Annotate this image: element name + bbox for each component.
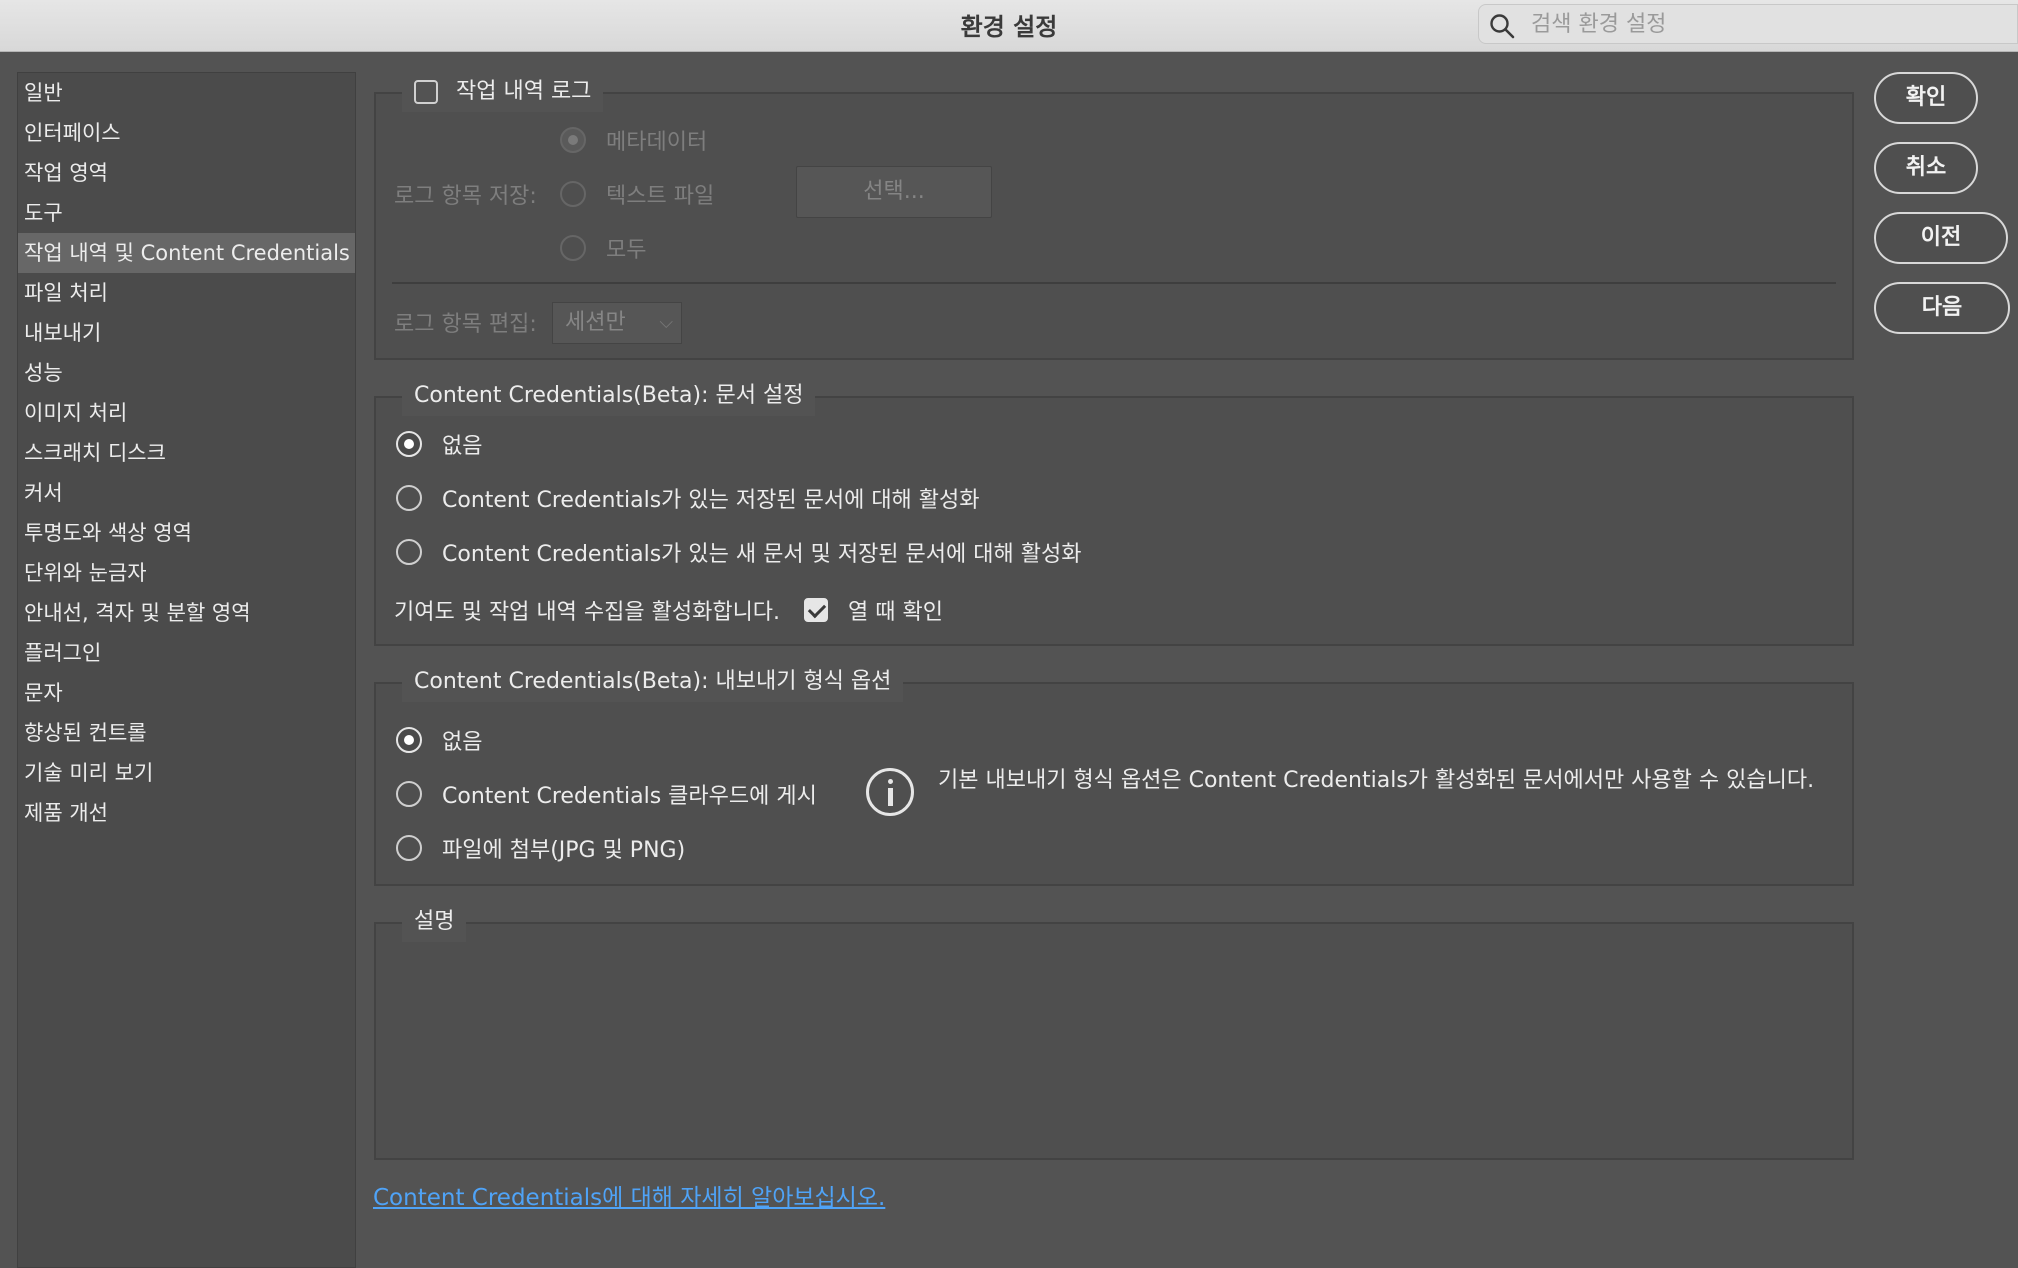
search-input[interactable]	[1529, 9, 1999, 39]
doc-option-saved-label: Content Credentials가 있는 저장된 문서에 대해 활성화	[442, 488, 980, 513]
export-option-publish-cloud[interactable]: Content Credentials 클라우드에 게시	[396, 778, 817, 810]
choose-file-button[interactable]: 선택...	[796, 166, 992, 218]
cancel-button[interactable]: 취소	[1874, 142, 1978, 194]
history-log-legend: 작업 내역 로그	[402, 72, 604, 112]
export-options-title: Content Credentials(Beta): 내보내기 형식 옵션	[414, 669, 892, 694]
sidebar-item-general[interactable]: 일반	[18, 73, 355, 113]
export-option-attach-file[interactable]: 파일에 첨부(JPG 및 PNG)	[396, 832, 685, 864]
sidebar-item-file-handling[interactable]: 파일 처리	[18, 273, 355, 313]
log-option-both[interactable]: 모두	[560, 232, 646, 264]
sidebar-item-guides-grid-slices[interactable]: 안내선, 격자 및 분할 영역	[18, 593, 355, 633]
export-option-publish-cloud-label: Content Credentials 클라우드에 게시	[442, 784, 817, 809]
sidebar-item-performance[interactable]: 성능	[18, 353, 355, 393]
doc-option-none[interactable]: 없음	[396, 428, 482, 460]
chevron-down-icon: ⌵	[659, 312, 673, 333]
description-group: 설명	[374, 902, 1854, 1160]
divider	[392, 282, 1836, 284]
sidebar-item-plugins[interactable]: 플러그인	[18, 633, 355, 673]
save-log-label: 로그 항목 저장:	[394, 184, 537, 209]
doc-option-saved[interactable]: Content Credentials가 있는 저장된 문서에 대해 활성화	[396, 482, 980, 514]
log-option-both-label: 모두	[606, 238, 647, 263]
export-option-none-label: 없음	[442, 730, 483, 755]
edit-log-select[interactable]: 세션만 ⌵	[552, 302, 682, 344]
edit-log-label-row: 로그 항목 편집:	[394, 306, 537, 338]
sidebar-item-technology-previews[interactable]: 기술 미리 보기	[18, 753, 355, 793]
export-options-group: Content Credentials(Beta): 내보내기 형식 옵션 없음…	[374, 662, 1854, 886]
sidebar-item-enhanced-controls[interactable]: 향상된 컨트롤	[18, 713, 355, 753]
ok-button[interactable]: 확인	[1874, 72, 1978, 124]
info-icon	[866, 768, 914, 816]
log-option-text-file-label: 텍스트 파일	[606, 184, 715, 209]
sidebar-item-tools[interactable]: 도구	[18, 193, 355, 233]
radio-doc-saved[interactable]	[396, 485, 422, 511]
radio-export-publish-cloud[interactable]	[396, 781, 422, 807]
document-settings-group: Content Credentials(Beta): 문서 설정 없음 Cont…	[374, 376, 1854, 646]
sidebar-item-cursors[interactable]: 커서	[18, 473, 355, 513]
export-info-row: 기본 내보내기 형식 옵션은 Content Credentials가 활성화된…	[938, 762, 1814, 794]
sidebar-item-units-rulers[interactable]: 단위와 눈금자	[18, 553, 355, 593]
search-box[interactable]	[1478, 4, 2018, 44]
radio-both[interactable]	[560, 235, 586, 261]
save-log-label-row: 로그 항목 저장:	[394, 178, 537, 210]
learn-more-link[interactable]: Content Credentials에 대해 자세히 알아보십시오.	[373, 1178, 885, 1212]
sidebar-item-workspace[interactable]: 작업 영역	[18, 153, 355, 193]
title-bar: 환경 설정	[0, 0, 2018, 52]
description-title: 설명	[414, 909, 455, 934]
sidebar-item-history-content-credentials[interactable]: 작업 내역 및 Content Credentials	[18, 233, 355, 273]
confirm-on-open-label: 열 때 확인	[848, 600, 943, 625]
previous-button[interactable]: 이전	[1874, 212, 2008, 264]
export-options-legend: Content Credentials(Beta): 내보내기 형식 옵션	[402, 662, 904, 702]
radio-doc-new-and-saved[interactable]	[396, 539, 422, 565]
collect-history-text: 기여도 및 작업 내역 수집을 활성화합니다.	[394, 600, 781, 625]
sidebar-item-type[interactable]: 문자	[18, 673, 355, 713]
history-log-title: 작업 내역 로그	[456, 79, 592, 104]
log-option-metadata-label: 메타데이터	[606, 130, 708, 155]
edit-log-select-value: 세션만	[565, 310, 626, 335]
document-settings-legend: Content Credentials(Beta): 문서 설정	[402, 376, 816, 416]
document-settings-title: Content Credentials(Beta): 문서 설정	[414, 383, 804, 408]
sidebar-item-interface[interactable]: 인터페이스	[18, 113, 355, 153]
export-option-none[interactable]: 없음	[396, 724, 482, 756]
export-info-text: 기본 내보내기 형식 옵션은 Content Credentials가 활성화된…	[938, 768, 1815, 793]
log-option-metadata[interactable]: 메타데이터	[560, 124, 707, 156]
radio-metadata[interactable]	[560, 127, 586, 153]
doc-option-new-and-saved[interactable]: Content Credentials가 있는 새 문서 및 저장된 문서에 대…	[396, 536, 1081, 568]
description-legend: 설명	[402, 902, 467, 942]
collect-history-row: 기여도 및 작업 내역 수집을 활성화합니다. 열 때 확인	[394, 594, 943, 626]
history-log-checkbox[interactable]	[414, 80, 438, 104]
sidebar-item-image-processing[interactable]: 이미지 처리	[18, 393, 355, 433]
doc-option-none-label: 없음	[442, 434, 483, 459]
sidebar-item-scratch-disks[interactable]: 스크래치 디스크	[18, 433, 355, 473]
sidebar-item-export[interactable]: 내보내기	[18, 313, 355, 353]
radio-text-file[interactable]	[560, 181, 586, 207]
doc-option-new-and-saved-label: Content Credentials가 있는 새 문서 및 저장된 문서에 대…	[442, 542, 1082, 567]
radio-export-attach-file[interactable]	[396, 835, 422, 861]
history-log-group: 작업 내역 로그 메타데이터 로그 항목 저장: 텍스트 파일 선택... 모두…	[374, 72, 1854, 360]
sidebar-item-transparency-gamut[interactable]: 투명도와 색상 영역	[18, 513, 355, 553]
preferences-sidebar: 일반 인터페이스 작업 영역 도구 작업 내역 및 Content Creden…	[17, 72, 356, 1268]
radio-doc-none[interactable]	[396, 431, 422, 457]
radio-export-none[interactable]	[396, 727, 422, 753]
next-button[interactable]: 다음	[1874, 282, 2010, 334]
log-option-text-file[interactable]: 텍스트 파일	[560, 178, 714, 210]
edit-log-label: 로그 항목 편집:	[394, 312, 537, 337]
confirm-on-open-checkbox[interactable]	[804, 598, 829, 622]
search-icon	[1489, 13, 1515, 43]
export-option-attach-file-label: 파일에 첨부(JPG 및 PNG)	[442, 838, 686, 863]
sidebar-item-product-improvement[interactable]: 제품 개선	[18, 793, 355, 833]
